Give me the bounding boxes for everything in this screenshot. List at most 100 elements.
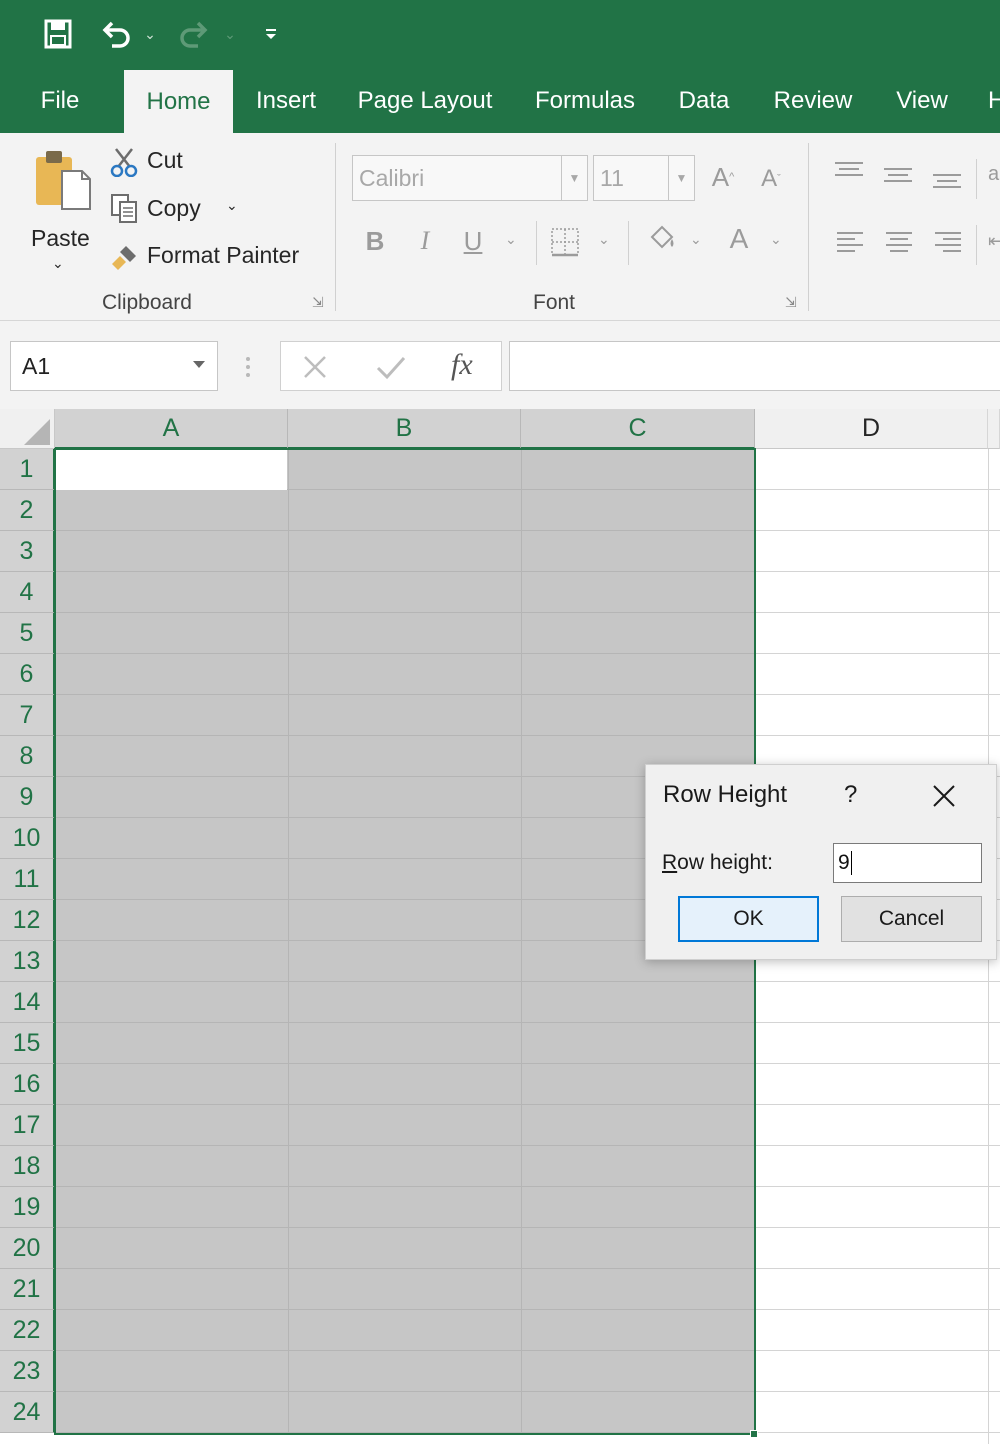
- grid-line: [55, 530, 755, 531]
- grid-line: [755, 1391, 1000, 1392]
- align-right-icon[interactable]: [933, 231, 963, 258]
- format-painter-button[interactable]: Format Painter: [108, 240, 318, 274]
- name-box-dropdown-icon[interactable]: [193, 361, 205, 368]
- font-launcher-icon[interactable]: ⇲: [785, 295, 801, 311]
- ok-button[interactable]: OK: [678, 896, 819, 942]
- formula-input[interactable]: [509, 341, 1000, 391]
- grid-line: [755, 1022, 1000, 1023]
- close-icon[interactable]: [931, 783, 957, 809]
- formula-bar-grip-icon[interactable]: [245, 355, 251, 379]
- row-header-22[interactable]: 22: [0, 1310, 55, 1351]
- font-size-dropdown-icon[interactable]: ▼: [668, 156, 694, 200]
- undo-icon[interactable]: [96, 12, 136, 56]
- row-header-11[interactable]: 11: [0, 859, 55, 900]
- enter-icon[interactable]: [375, 353, 407, 386]
- grid-line: [755, 1104, 1000, 1105]
- select-all-button[interactable]: [0, 409, 55, 449]
- tab-page-layout[interactable]: Page Layout: [346, 68, 504, 133]
- row-header-14[interactable]: 14: [0, 982, 55, 1023]
- row-header-13[interactable]: 13: [0, 941, 55, 982]
- redo-icon[interactable]: [174, 12, 214, 56]
- underline-button[interactable]: U: [458, 223, 488, 259]
- active-cell-a1[interactable]: [56, 450, 287, 490]
- customize-qat-icon[interactable]: [258, 12, 284, 56]
- save-icon[interactable]: [38, 12, 78, 56]
- grid-line: [755, 653, 1000, 654]
- tab-review[interactable]: Review: [760, 68, 866, 133]
- row-header-2[interactable]: 2: [0, 490, 55, 531]
- column-header-c[interactable]: C: [521, 409, 755, 449]
- row-header-6[interactable]: 6: [0, 654, 55, 695]
- cut-button[interactable]: Cut: [108, 145, 218, 179]
- name-box[interactable]: A1: [10, 341, 218, 391]
- font-size-combo[interactable]: 11 ▼: [593, 155, 695, 201]
- font-name-combo[interactable]: Calibri ▼: [352, 155, 588, 201]
- cancel-entry-icon[interactable]: [301, 353, 329, 386]
- row-header-12[interactable]: 12: [0, 900, 55, 941]
- copy-button[interactable]: Copy ⌄: [108, 193, 248, 227]
- align-center-icon[interactable]: [884, 231, 914, 258]
- font-name-dropdown-icon[interactable]: ▼: [561, 156, 587, 200]
- tab-data[interactable]: Data: [664, 68, 744, 133]
- paste-label: Paste: [31, 225, 90, 251]
- redo-dropdown-icon[interactable]: ⌄: [220, 12, 240, 56]
- column-header-d[interactable]: D: [755, 409, 988, 449]
- tab-home[interactable]: Home: [124, 70, 233, 133]
- row-header-1[interactable]: 1: [0, 449, 55, 490]
- text-caret: [850, 851, 852, 875]
- undo-dropdown-icon[interactable]: ⌄: [140, 12, 160, 56]
- font-color-dropdown-icon[interactable]: ⌄: [770, 231, 782, 248]
- row-header-17[interactable]: 17: [0, 1105, 55, 1146]
- font-color-button[interactable]: A: [724, 221, 754, 257]
- tab-help-partial[interactable]: H: [988, 68, 1000, 133]
- row-header-23[interactable]: 23: [0, 1351, 55, 1392]
- increase-font-size-icon[interactable]: A ^: [706, 159, 740, 195]
- row-header-5[interactable]: 5: [0, 613, 55, 654]
- borders-dropdown-icon[interactable]: ⌄: [598, 231, 610, 248]
- row-header-20[interactable]: 20: [0, 1228, 55, 1269]
- row-header-19[interactable]: 19: [0, 1187, 55, 1228]
- align-top-icon[interactable]: [833, 161, 865, 186]
- paste-button[interactable]: Paste ⌄: [22, 143, 98, 273]
- fill-color-icon[interactable]: [644, 225, 678, 262]
- column-header-a[interactable]: A: [55, 409, 288, 449]
- row-header-8[interactable]: 8: [0, 736, 55, 777]
- row-height-label: Row height:: [662, 851, 773, 875]
- insert-function-icon[interactable]: fx: [451, 348, 473, 382]
- row-header-15[interactable]: 15: [0, 1023, 55, 1064]
- row-header-7[interactable]: 7: [0, 695, 55, 736]
- tab-formulas[interactable]: Formulas: [522, 68, 648, 133]
- row-header-3[interactable]: 3: [0, 531, 55, 572]
- clipboard-launcher-icon[interactable]: ⇲: [312, 295, 328, 311]
- fill-color-dropdown-icon[interactable]: ⌄: [690, 231, 702, 248]
- align-bottom-icon[interactable]: [931, 173, 963, 198]
- orientation-icon[interactable]: ab: [988, 163, 1000, 187]
- column-header-e-partial[interactable]: [988, 409, 1000, 449]
- help-button[interactable]: ?: [844, 781, 857, 809]
- column-header-b[interactable]: B: [288, 409, 521, 449]
- copy-dropdown-icon[interactable]: ⌄: [226, 197, 238, 214]
- italic-button[interactable]: I: [410, 223, 440, 259]
- borders-icon[interactable]: [550, 227, 580, 262]
- paste-dropdown-icon[interactable]: ⌄: [52, 255, 64, 272]
- cancel-button[interactable]: Cancel: [841, 896, 982, 942]
- row-header-4[interactable]: 4: [0, 572, 55, 613]
- row-header-21[interactable]: 21: [0, 1269, 55, 1310]
- tab-view[interactable]: View: [884, 68, 960, 133]
- copy-icon: [111, 194, 137, 223]
- align-middle-icon[interactable]: [882, 167, 914, 192]
- row-header-9[interactable]: 9: [0, 777, 55, 818]
- fill-handle[interactable]: [750, 1430, 758, 1438]
- tab-insert[interactable]: Insert: [244, 68, 328, 133]
- bold-button[interactable]: B: [360, 223, 390, 259]
- row-header-18[interactable]: 18: [0, 1146, 55, 1187]
- row-height-input[interactable]: 9: [833, 843, 982, 883]
- row-header-16[interactable]: 16: [0, 1064, 55, 1105]
- row-header-24[interactable]: 24: [0, 1392, 55, 1433]
- align-left-icon[interactable]: [835, 231, 865, 258]
- tab-file[interactable]: File: [24, 68, 96, 133]
- row-header-10[interactable]: 10: [0, 818, 55, 859]
- underline-dropdown-icon[interactable]: ⌄: [505, 231, 517, 248]
- decrease-indent-icon[interactable]: ⇤: [988, 231, 1000, 255]
- decrease-font-size-icon[interactable]: Aˇ: [754, 161, 788, 197]
